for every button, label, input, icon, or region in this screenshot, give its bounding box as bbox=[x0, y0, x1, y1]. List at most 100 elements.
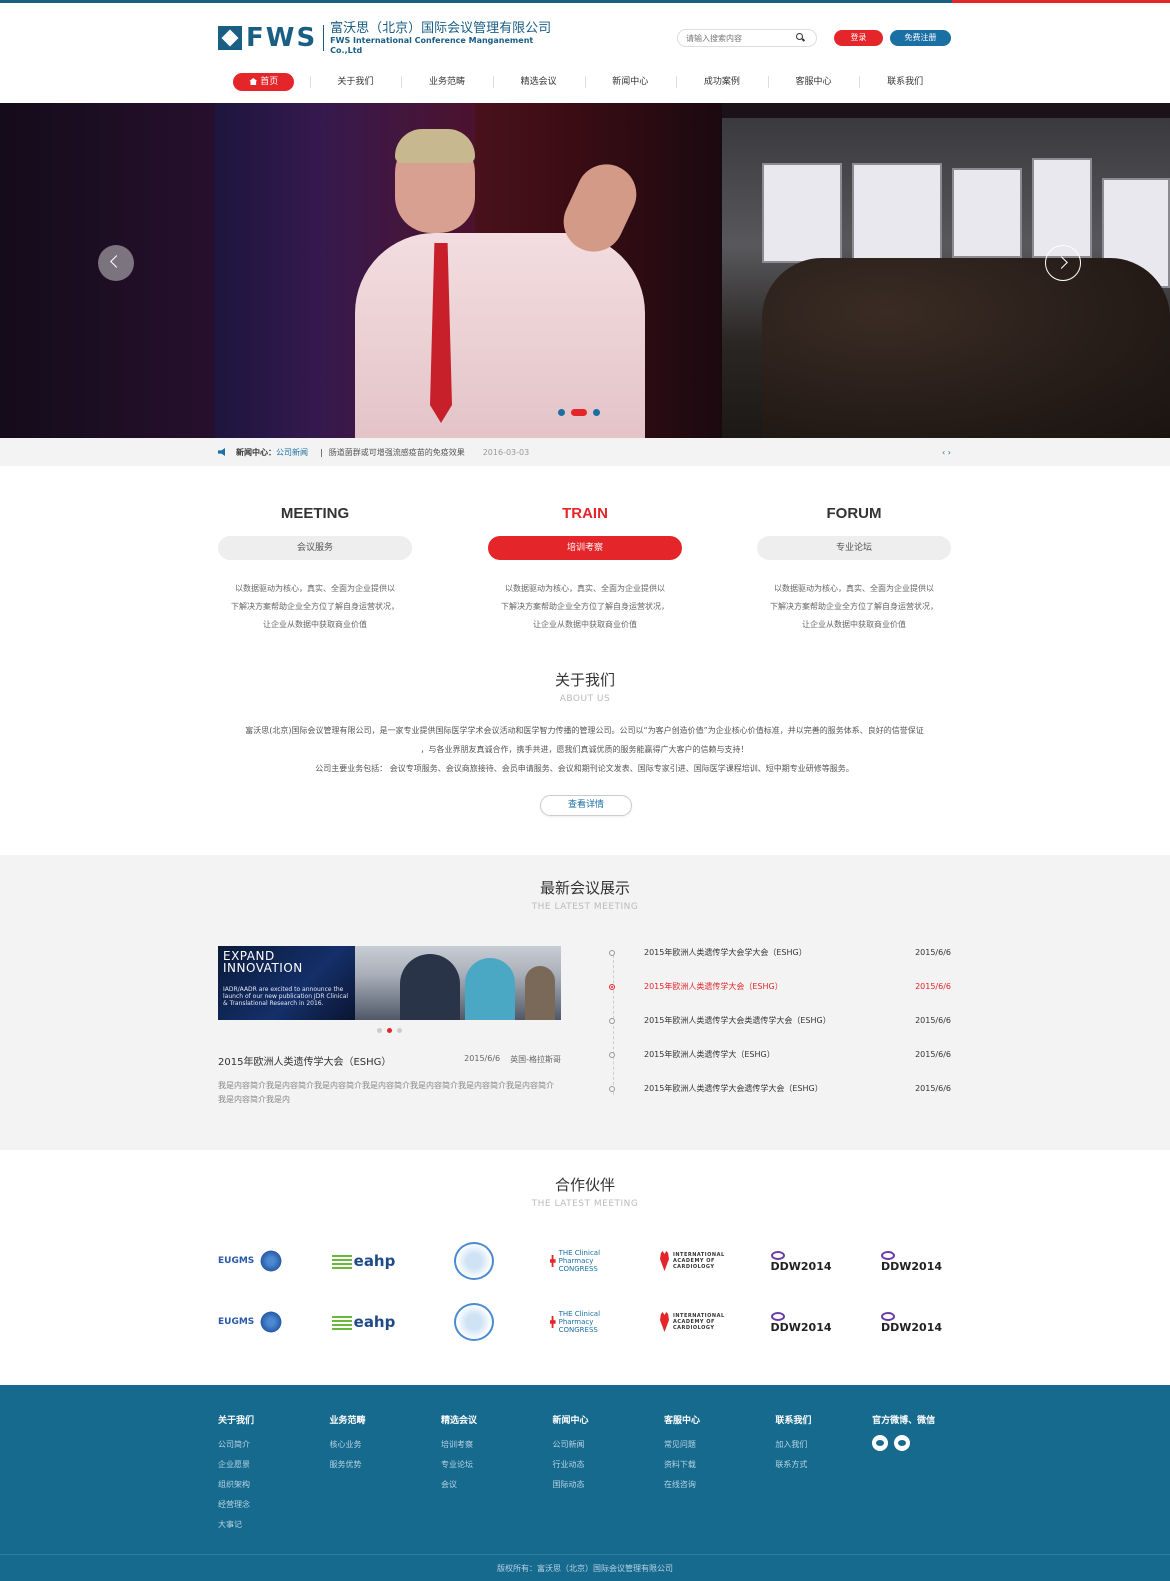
footer-link[interactable]: 企业愿景 bbox=[218, 1455, 329, 1475]
top-accent-red bbox=[952, 0, 1170, 3]
banner-dot[interactable] bbox=[558, 409, 565, 416]
footer-link[interactable]: 常见问题 bbox=[664, 1435, 775, 1455]
meeting-item-date: 2015/6/6 bbox=[915, 1050, 951, 1059]
view-details-button[interactable]: 查看详情 bbox=[540, 795, 632, 816]
footer-link[interactable]: 培训考察 bbox=[441, 1435, 552, 1455]
footer-link[interactable]: 公司新闻 bbox=[552, 1435, 663, 1455]
carousel-dot[interactable] bbox=[397, 1028, 402, 1033]
search-box bbox=[677, 29, 817, 47]
weibo-icon[interactable] bbox=[894, 1435, 911, 1451]
meeting-list-item[interactable]: 2015年欧洲人类遗传学大（ESHG） 2015/6/6 bbox=[608, 1047, 951, 1081]
meeting-item-date: 2015/6/6 bbox=[915, 1084, 951, 1093]
meeting-list-item[interactable]: 2015年欧洲人类遗传学大会学大会（ESHG） 2015/6/6 bbox=[608, 945, 951, 979]
eugms-logo[interactable]: EUGMS bbox=[218, 1308, 288, 1336]
nav-item-cases[interactable]: 成功案例 bbox=[676, 71, 768, 93]
iac-logo[interactable]: INTERNATIONAL ACADEMY OF CARDIOLOGY bbox=[660, 1308, 730, 1336]
meeting-carousel-dots bbox=[377, 1028, 402, 1033]
register-button[interactable]: 免费注册 bbox=[890, 30, 951, 46]
hero-banner bbox=[0, 103, 1170, 438]
service-desc: 以数据驱动为核心，真实、全面为企业提供以 下解决方案帮助企业全方位了解自身运营状… bbox=[770, 584, 938, 629]
nav-item-business[interactable]: 业务范畴 bbox=[401, 71, 493, 93]
meetings-section-title: 最新会议展示 THE LATEST MEETING bbox=[0, 877, 1170, 912]
ddw2014-logo[interactable]: DDW2014 bbox=[770, 1247, 841, 1275]
wechat-icon[interactable] bbox=[872, 1435, 889, 1451]
footer-link[interactable]: 国际动态 bbox=[552, 1475, 663, 1495]
meeting-list-item[interactable]: 2015年欧洲人类遗传学大会遗传学大会（ESHG） 2015/6/6 bbox=[608, 1081, 951, 1115]
site-footer: 关于我们 公司简介 企业愿景 组织架构 经营理念 大事记 业务范畴 核心业务 服… bbox=[0, 1385, 1170, 1581]
nav-item-meetings[interactable]: 精选会议 bbox=[492, 71, 585, 93]
about-line: 公司主要业务包括： 会议专项服务、会议商旅接待、会员申请服务、会议和期刊论文发表… bbox=[315, 764, 854, 773]
footer-link[interactable]: 大事记 bbox=[218, 1515, 329, 1535]
news-category-link[interactable]: 公司新闻 bbox=[276, 447, 308, 458]
clinical-pharmacy-logo[interactable]: THE Clinical Pharmacy CONGRESS bbox=[549, 1247, 620, 1275]
circle-emblem-logo[interactable] bbox=[439, 1303, 509, 1341]
meeting-item-title: 2015年欧洲人类遗传学大会（ESHG） bbox=[644, 982, 783, 991]
timeline-node bbox=[609, 1052, 615, 1058]
news-pager-arrows-icon[interactable]: ‹ › bbox=[942, 448, 951, 457]
footer-link[interactable]: 组织架构 bbox=[218, 1475, 329, 1495]
banner-dot-active[interactable] bbox=[571, 409, 587, 416]
service-title-en: TRAIN bbox=[562, 505, 608, 522]
service-desc: 以数据驱动为核心，真实、全面为企业提供以 下解决方案帮助企业全方位了解自身运营状… bbox=[501, 584, 669, 629]
footer-col-title[interactable]: 新闻中心 bbox=[552, 1413, 663, 1426]
service-tab-forum[interactable]: 专业论坛 bbox=[757, 536, 951, 560]
featured-meeting-title[interactable]: 2015年欧洲人类遗传学大会（ESHG） bbox=[218, 1053, 464, 1068]
footer-col-title[interactable]: 关于我们 bbox=[218, 1413, 329, 1426]
site-logo[interactable]: FWS 富沃思（北京）国际会议管理有限公司 FWS International … bbox=[218, 21, 563, 55]
service-tab-meeting[interactable]: 会议服务 bbox=[218, 536, 412, 560]
meeting-featured-image[interactable]: EXPAND INNOVATION IADR/AADR are excited … bbox=[218, 946, 561, 1020]
nav-item-home[interactable]: 首页 bbox=[218, 71, 310, 93]
footer-col-title[interactable]: 精选会议 bbox=[441, 1413, 552, 1426]
footer-link[interactable]: 行业动态 bbox=[552, 1455, 663, 1475]
section-title-en: ABOUT US bbox=[559, 694, 611, 704]
footer-link[interactable]: 专业论坛 bbox=[441, 1455, 552, 1475]
footer-link[interactable]: 公司简介 bbox=[218, 1435, 329, 1455]
banner-dot[interactable] bbox=[593, 409, 600, 416]
footer-link[interactable]: 加入我们 bbox=[775, 1435, 872, 1455]
banner-next-button[interactable] bbox=[1045, 245, 1081, 281]
footer-col-social: 官方微博、微信 bbox=[872, 1413, 951, 1535]
eahp-logo[interactable]: eahp bbox=[329, 1247, 399, 1275]
clinical-pharmacy-logo[interactable]: THE Clinical Pharmacy CONGRESS bbox=[549, 1308, 620, 1336]
search-icon[interactable] bbox=[796, 33, 806, 43]
meeting-list: 2015年欧洲人类遗传学大会学大会（ESHG） 2015/6/6 2015年欧洲人… bbox=[608, 945, 951, 1115]
ddw2014-logo[interactable]: DDW2014 bbox=[770, 1308, 841, 1336]
nav-item-about[interactable]: 关于我们 bbox=[309, 71, 402, 93]
footer-col-meetings: 精选会议 培训考察 专业论坛 会议 bbox=[441, 1413, 552, 1535]
ddw2014-logo-b[interactable]: DDW2014 bbox=[881, 1247, 951, 1275]
eugms-logo[interactable]: EUGMS bbox=[218, 1247, 288, 1275]
eahp-logo[interactable]: eahp bbox=[329, 1308, 399, 1336]
footer-link[interactable]: 核心业务 bbox=[329, 1435, 440, 1455]
circle-emblem-logo[interactable] bbox=[439, 1242, 509, 1280]
nav-item-contact[interactable]: 联系我们 bbox=[859, 71, 951, 93]
footer-link[interactable]: 资料下载 bbox=[664, 1455, 775, 1475]
nav-item-service[interactable]: 客服中心 bbox=[767, 71, 860, 93]
iac-logo[interactable]: INTERNATIONAL ACADEMY OF CARDIOLOGY bbox=[660, 1247, 730, 1275]
footer-col-title[interactable]: 联系我们 bbox=[775, 1413, 872, 1426]
footer-col-title[interactable]: 客服中心 bbox=[664, 1413, 775, 1426]
meeting-item-title: 2015年欧洲人类遗传学大会遗传学大会（ESHG） bbox=[644, 1084, 823, 1093]
footer-link[interactable]: 联系方式 bbox=[775, 1455, 872, 1475]
section-title-cn: 合作伙伴 bbox=[554, 1176, 615, 1194]
footer-link[interactable]: 经营理念 bbox=[218, 1495, 329, 1515]
news-ticker: 新闻中心： 公司新闻 | 肠道菌群或可增强流感疫苗的免疫效果 2016-03-0… bbox=[0, 438, 1170, 466]
logo-text: FWS bbox=[246, 23, 318, 53]
ddw2014-logo-b[interactable]: DDW2014 bbox=[881, 1308, 951, 1336]
meeting-list-item[interactable]: 2015年欧洲人类遗传学大会类遗传学大会（ESHG） 2015/6/6 bbox=[608, 1013, 951, 1047]
speaker-icon bbox=[218, 448, 225, 456]
footer-link[interactable]: 在线咨询 bbox=[664, 1475, 775, 1495]
news-title-link[interactable]: 肠道菌群或可增强流感疫苗的免疫效果 bbox=[329, 447, 465, 458]
banner-pagination bbox=[558, 409, 600, 416]
search-input[interactable] bbox=[686, 33, 796, 43]
nav-label: 首页 bbox=[260, 77, 279, 87]
service-tab-train[interactable]: 培训考察 bbox=[488, 536, 682, 560]
footer-link[interactable]: 服务优势 bbox=[329, 1455, 440, 1475]
footer-link[interactable]: 会议 bbox=[441, 1475, 552, 1495]
footer-col-title[interactable]: 业务范畴 bbox=[329, 1413, 440, 1426]
login-button[interactable]: 登录 bbox=[834, 30, 883, 46]
meeting-list-item-active[interactable]: 2015年欧洲人类遗传学大会（ESHG） 2015/6/6 bbox=[608, 979, 951, 1013]
banner-prev-button[interactable] bbox=[98, 245, 134, 281]
carousel-dot-active[interactable] bbox=[387, 1028, 392, 1033]
carousel-dot[interactable] bbox=[377, 1028, 382, 1033]
nav-item-news[interactable]: 新闻中心 bbox=[584, 71, 677, 93]
